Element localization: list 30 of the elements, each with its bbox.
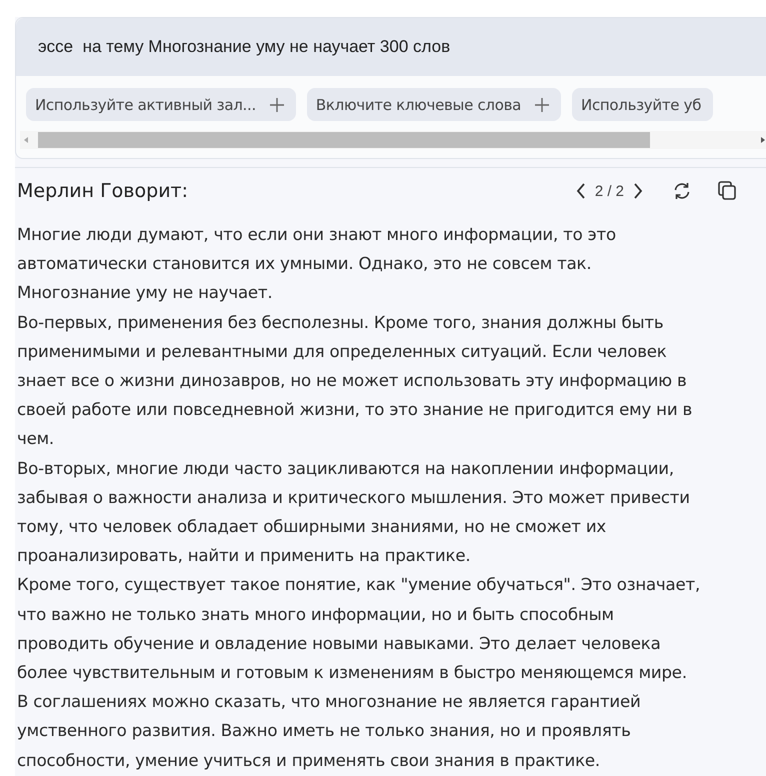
response-text-line: проводить обучение и овладение новыми навыками. Это делает человека: [17, 632, 662, 655]
next-button[interactable]: [632, 182, 644, 200]
refresh-button[interactable]: [672, 181, 692, 201]
response-text-line: более чувствительным и готовым к изменениям в быстро меняющемся мире.: [17, 662, 688, 684]
suggestion-chip[interactable]: Включите ключевые слова: [306, 88, 562, 121]
response-text-line: Кроме того, существует такое понятие, как "умение обучаться". Это означает,: [17, 574, 702, 596]
response-text-line: умственного развития. Важно иметь не только знания, но и проявлять: [17, 720, 632, 742]
response-text-line: применимыми и релевантными для определенных ситуаций. Если человек: [17, 340, 668, 363]
prompt-text: эссе на тему Многознание уму не научает 300 слов: [16, 18, 766, 76]
response-text-line: забывая о важности анализа и критического мышления. Это может привести: [17, 486, 691, 509]
copy-button[interactable]: [718, 181, 736, 201]
page-counter: 2 / 2: [594, 182, 624, 200]
response-text-line: Многие люди думают, что если они знают много информации, то это: [17, 224, 617, 246]
response-text-line: знает все о жизни динозавров, но не может использовать эту информацию в: [17, 370, 688, 392]
suggestion-chip[interactable]: Используйте активный зал...: [26, 88, 296, 121]
response-text-line: Во-первых, применения без бесполезны. Кроме того, знания должны быть: [17, 312, 664, 334]
response-title: Мерлин Говорит:: [17, 180, 190, 202]
response-text-line: Многознание уму не научает.: [17, 282, 274, 304]
response-text-line: что важно не только знать много информации, но и быть способным: [17, 604, 615, 626]
response-text-line: способности, умение учиться и применять свои знания в практике.: [17, 750, 601, 772]
response-text-line: тому, что человек обладает обширными знаниями, но не сможет их: [17, 516, 608, 538]
response-text-line: Во-вторых, многие люди часто зацикливаются на накоплении информации,: [17, 458, 675, 480]
response-text-line: автоматически становится их умными. Однако, это не совсем так.: [17, 253, 592, 276]
suggestion-chip[interactable]: Используйте уб: [572, 88, 714, 121]
horizontal-scrollbar[interactable]: [20, 131, 766, 149]
response-text-line: В соглашениях можно сказать, что многознание не является гарантией: [17, 691, 642, 714]
response-text-line: проанализировать, найти и применить на практике.: [17, 545, 472, 568]
previous-button[interactable]: [574, 182, 587, 200]
response-text-line: чем.: [17, 428, 56, 450]
response-text-line: своей работе или повседневной жизни, то это знание не пригодится ему ни в: [17, 399, 694, 422]
